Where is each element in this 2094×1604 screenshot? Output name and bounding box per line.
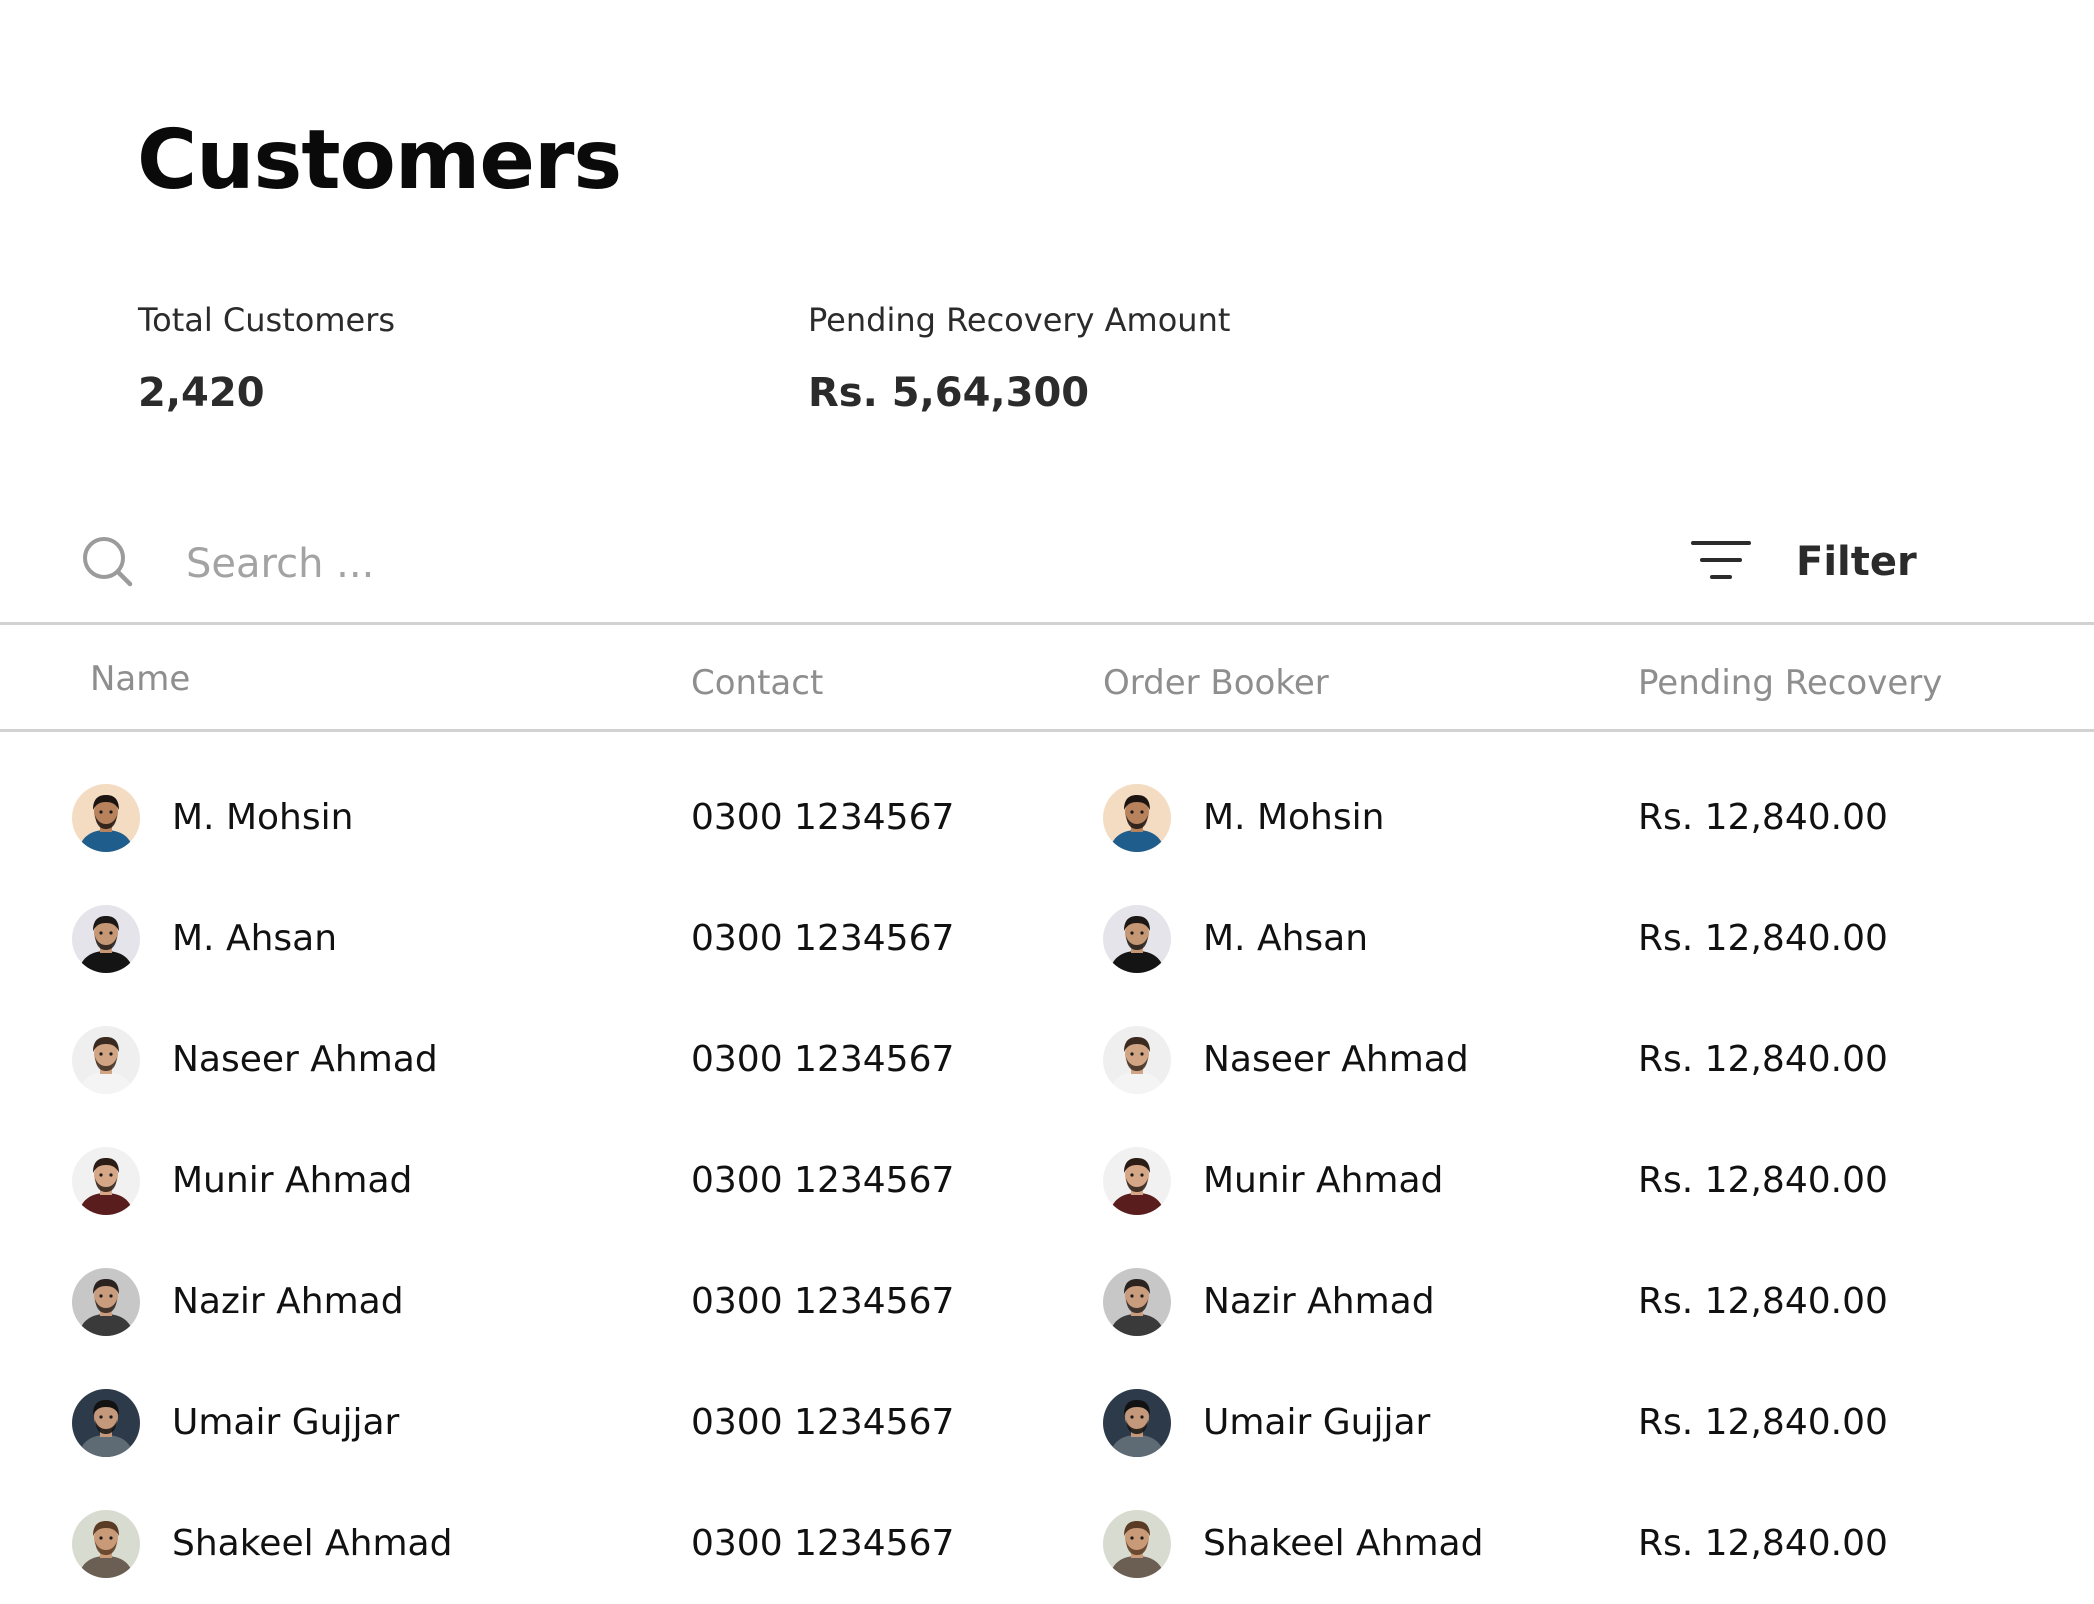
- order-booker-name: Munir Ahmad: [1203, 1159, 1444, 1201]
- search-input[interactable]: [186, 534, 1586, 594]
- contact-cell: 0300 1234567: [691, 1483, 954, 1604]
- pending-recovery-amount: Rs. 12,840.00: [1638, 917, 1888, 959]
- customer-name: Naseer Ahmad: [172, 1038, 438, 1080]
- order-booker-cell: Naseer Ahmad: [1103, 999, 1469, 1120]
- order-booker-cell: M. Ahsan: [1103, 878, 1368, 999]
- customer-name: Munir Ahmad: [172, 1159, 413, 1201]
- column-header-name[interactable]: Name: [90, 659, 190, 699]
- name-cell: Shakeel Ahmad: [72, 1483, 452, 1604]
- pending-recovery-cell: Rs. 12,840.00: [1638, 999, 1888, 1120]
- pending-recovery-value: Rs. 5,64,300: [808, 370, 1090, 416]
- pending-recovery-amount: Rs. 12,840.00: [1638, 1159, 1888, 1201]
- column-header-contact[interactable]: Contact: [691, 663, 823, 703]
- table-row[interactable]: Naseer Ahmad 0300 1234567 Naseer Ahmad Rs. …: [0, 999, 2094, 1120]
- avatar: [1103, 1146, 1171, 1215]
- divider: [0, 729, 2094, 732]
- pending-recovery-cell: Rs. 12,840.00: [1638, 1483, 1888, 1604]
- order-booker-cell: Munir Ahmad: [1103, 1120, 1443, 1241]
- contact-cell: 0300 1234567: [691, 1241, 954, 1362]
- search-bar: Filter: [0, 520, 2094, 622]
- pending-recovery-amount: Rs. 12,840.00: [1638, 1038, 1888, 1080]
- contact-number: 0300 1234567: [691, 1401, 955, 1443]
- search-icon[interactable]: [80, 534, 136, 590]
- table-row[interactable]: Umair Gujjar 0300 1234567 Umair Gujjar Rs. …: [0, 1362, 2094, 1483]
- contact-number: 0300 1234567: [691, 1522, 955, 1564]
- avatar: [1103, 904, 1171, 973]
- pending-recovery-amount: Rs. 12,840.00: [1638, 1522, 1888, 1564]
- customer-name: Umair Gujjar: [172, 1401, 400, 1443]
- name-cell: Munir Ahmad: [72, 1120, 412, 1241]
- name-cell: M. Mohsin: [72, 757, 353, 878]
- table-row[interactable]: M. Mohsin 0300 1234567 M. Mohsin Rs. 12,840…: [0, 757, 2094, 878]
- contact-number: 0300 1234567: [691, 1038, 955, 1080]
- name-cell: Nazir Ahmad: [72, 1241, 404, 1362]
- order-booker-name: Shakeel Ahmad: [1203, 1522, 1484, 1564]
- order-booker-name: Umair Gujjar: [1203, 1401, 1431, 1443]
- avatar: [72, 783, 140, 852]
- pending-recovery-amount: Rs. 12,840.00: [1638, 796, 1888, 838]
- order-booker-cell: Umair Gujjar: [1103, 1362, 1430, 1483]
- filter-icon: [1690, 538, 1752, 586]
- avatar: [72, 1025, 140, 1094]
- page-title: Customers: [137, 113, 622, 208]
- avatar: [1103, 783, 1171, 852]
- contact-number: 0300 1234567: [691, 796, 955, 838]
- avatar: [72, 1267, 140, 1336]
- total-customers-value: 2,420: [138, 370, 265, 416]
- pending-recovery-cell: Rs. 12,840.00: [1638, 1362, 1888, 1483]
- customer-name: Nazir Ahmad: [172, 1280, 404, 1322]
- pending-recovery-label: Pending Recovery Amount: [808, 301, 1231, 339]
- contact-cell: 0300 1234567: [691, 999, 954, 1120]
- order-booker-name: Nazir Ahmad: [1203, 1280, 1435, 1322]
- pending-recovery-cell: Rs. 12,840.00: [1638, 757, 1888, 878]
- avatar: [72, 904, 140, 973]
- contact-cell: 0300 1234567: [691, 1362, 954, 1483]
- column-header-order-booker[interactable]: Order Booker: [1103, 663, 1329, 703]
- order-booker-name: M. Mohsin: [1203, 796, 1385, 838]
- name-cell: M. Ahsan: [72, 878, 337, 999]
- contact-number: 0300 1234567: [691, 1280, 955, 1322]
- avatar: [72, 1509, 140, 1578]
- table-row[interactable]: M. Ahsan 0300 1234567 M. Ahsan Rs. 12,840.0…: [0, 878, 2094, 999]
- avatar: [72, 1388, 140, 1457]
- contact-number: 0300 1234567: [691, 917, 955, 959]
- customer-name: M. Mohsin: [172, 796, 354, 838]
- column-header-pending-recovery[interactable]: Pending Recovery: [1638, 663, 1942, 703]
- avatar: [1103, 1267, 1171, 1336]
- order-booker-cell: Nazir Ahmad: [1103, 1241, 1435, 1362]
- order-booker-name: M. Ahsan: [1203, 917, 1369, 959]
- contact-number: 0300 1234567: [691, 1159, 955, 1201]
- contact-cell: 0300 1234567: [691, 757, 954, 878]
- avatar: [1103, 1509, 1171, 1578]
- pending-recovery-amount: Rs. 12,840.00: [1638, 1401, 1888, 1443]
- pending-recovery-cell: Rs. 12,840.00: [1638, 1241, 1888, 1362]
- customer-name: M. Ahsan: [172, 917, 338, 959]
- table-row[interactable]: Nazir Ahmad 0300 1234567 Nazir Ahmad Rs. 12…: [0, 1241, 2094, 1362]
- name-cell: Umair Gujjar: [72, 1362, 399, 1483]
- total-customers-stat: Total Customers 2,420: [138, 300, 395, 416]
- pending-recovery-amount: Rs. 12,840.00: [1638, 1280, 1888, 1322]
- divider: [0, 622, 2094, 625]
- avatar: [1103, 1025, 1171, 1094]
- order-booker-cell: M. Mohsin: [1103, 757, 1384, 878]
- order-booker-name: Naseer Ahmad: [1203, 1038, 1469, 1080]
- pending-recovery-cell: Rs. 12,840.00: [1638, 1120, 1888, 1241]
- pending-recovery-stat: Pending Recovery Amount Rs. 5,64,300: [808, 300, 1230, 416]
- avatar: [72, 1146, 140, 1215]
- filter-label: Filter: [1796, 539, 1917, 585]
- contact-cell: 0300 1234567: [691, 1120, 954, 1241]
- table-row[interactable]: Shakeel Ahmad 0300 1234567 Shakeel Ahmad Rs…: [0, 1483, 2094, 1604]
- customer-name: Shakeel Ahmad: [172, 1522, 453, 1564]
- table-row[interactable]: Munir Ahmad 0300 1234567 Munir Ahmad Rs. 12…: [0, 1120, 2094, 1241]
- contact-cell: 0300 1234567: [691, 878, 954, 999]
- filter-button[interactable]: Filter: [1690, 532, 1917, 592]
- pending-recovery-cell: Rs. 12,840.00: [1638, 878, 1888, 999]
- customers-table: M. Mohsin 0300 1234567 M. Mohsin Rs. 12,840…: [0, 757, 2094, 1604]
- name-cell: Naseer Ahmad: [72, 999, 438, 1120]
- avatar: [1103, 1388, 1171, 1457]
- total-customers-label: Total Customers: [138, 301, 396, 339]
- order-booker-cell: Shakeel Ahmad: [1103, 1483, 1483, 1604]
